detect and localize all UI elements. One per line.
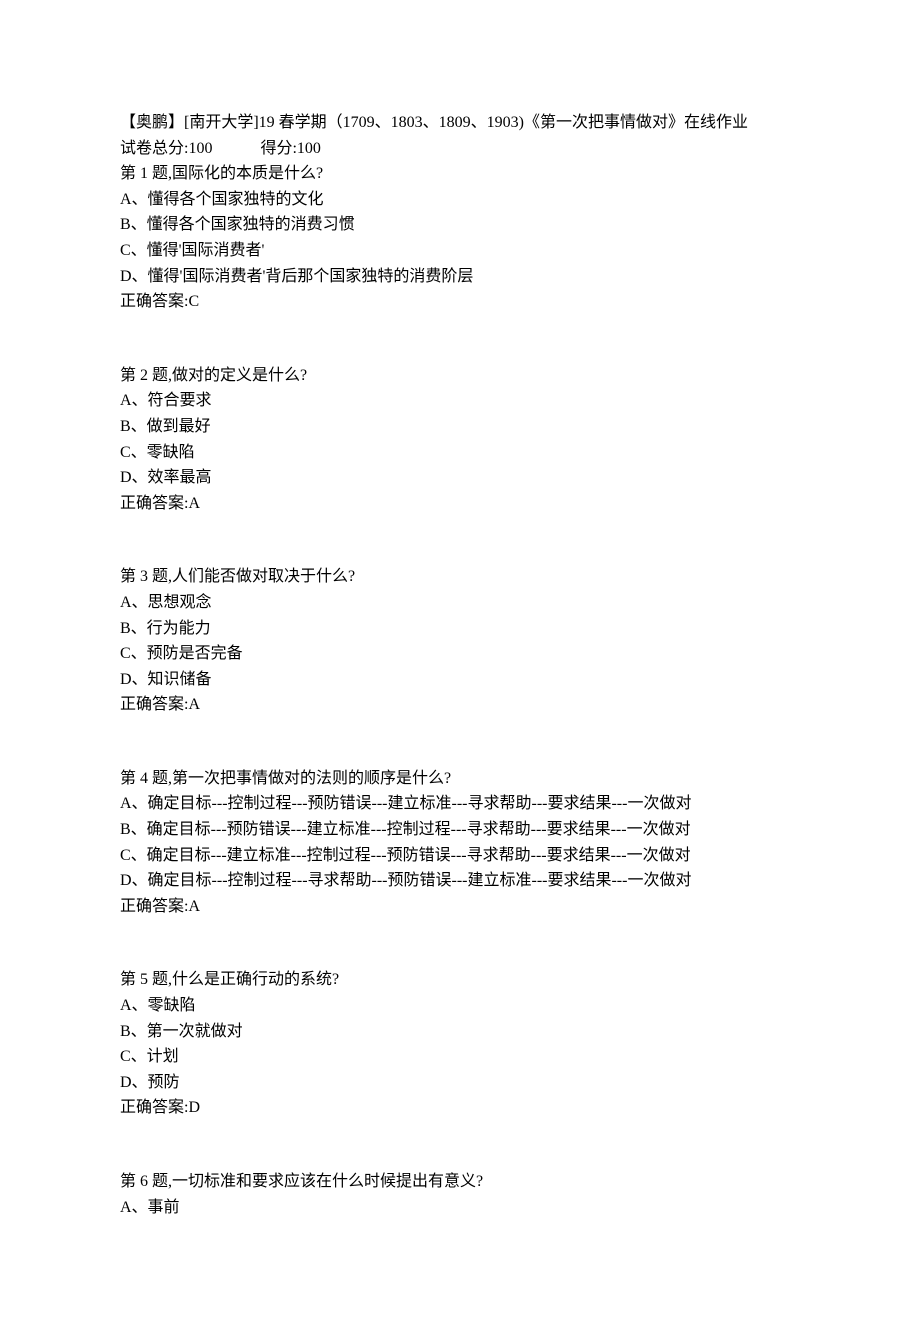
question-5: 第 5 题,什么是正确行动的系统? A、零缺陷 B、第一次就做对 C、计划 D、… bbox=[120, 967, 800, 1121]
question-prompt: 第 2 题,做对的定义是什么? bbox=[120, 363, 800, 389]
option-b: B、第一次就做对 bbox=[120, 1019, 800, 1045]
document-title: 【奥鹏】[南开大学]19 春学期（1709、1803、1809、1903)《第一… bbox=[120, 110, 800, 136]
correct-answer: 正确答案:A bbox=[120, 491, 800, 517]
obtained-score: 得分:100 bbox=[260, 140, 320, 157]
option-a: A、符合要求 bbox=[120, 388, 800, 414]
option-a: A、懂得各个国家独特的文化 bbox=[120, 187, 800, 213]
correct-answer: 正确答案:D bbox=[120, 1095, 800, 1121]
option-a: A、确定目标---控制过程---预防错误---建立标准---寻求帮助---要求结… bbox=[120, 791, 800, 817]
total-score: 试卷总分:100 bbox=[120, 140, 212, 157]
option-b: B、行为能力 bbox=[120, 616, 800, 642]
option-c: C、预防是否完备 bbox=[120, 641, 800, 667]
score-line: 试卷总分:100 得分:100 bbox=[120, 136, 800, 162]
question-prompt: 第 1 题,国际化的本质是什么? bbox=[120, 161, 800, 187]
question-prompt: 第 4 题,第一次把事情做对的法则的顺序是什么? bbox=[120, 766, 800, 792]
correct-answer: 正确答案:A bbox=[120, 894, 800, 920]
question-prompt: 第 3 题,人们能否做对取决于什么? bbox=[120, 564, 800, 590]
option-c: C、确定目标---建立标准---控制过程---预防错误---寻求帮助---要求结… bbox=[120, 843, 800, 869]
option-d: D、知识储备 bbox=[120, 667, 800, 693]
correct-answer: 正确答案:A bbox=[120, 692, 800, 718]
question-1: 第 1 题,国际化的本质是什么? A、懂得各个国家独特的文化 B、懂得各个国家独… bbox=[120, 161, 800, 315]
option-c: C、计划 bbox=[120, 1044, 800, 1070]
option-d: D、预防 bbox=[120, 1070, 800, 1096]
question-3: 第 3 题,人们能否做对取决于什么? A、思想观念 B、行为能力 C、预防是否完… bbox=[120, 564, 800, 718]
question-4: 第 4 题,第一次把事情做对的法则的顺序是什么? A、确定目标---控制过程--… bbox=[120, 766, 800, 920]
option-b: B、懂得各个国家独特的消费习惯 bbox=[120, 212, 800, 238]
question-2: 第 2 题,做对的定义是什么? A、符合要求 B、做到最好 C、零缺陷 D、效率… bbox=[120, 363, 800, 517]
option-b: B、做到最好 bbox=[120, 414, 800, 440]
option-a: A、零缺陷 bbox=[120, 993, 800, 1019]
document-header: 【奥鹏】[南开大学]19 春学期（1709、1803、1809、1903)《第一… bbox=[120, 110, 800, 161]
correct-answer: 正确答案:C bbox=[120, 289, 800, 315]
option-a: A、思想观念 bbox=[120, 590, 800, 616]
option-d: D、确定目标---控制过程---寻求帮助---预防错误---建立标准---要求结… bbox=[120, 868, 800, 894]
question-prompt: 第 6 题,一切标准和要求应该在什么时候提出有意义? bbox=[120, 1169, 800, 1195]
question-prompt: 第 5 题,什么是正确行动的系统? bbox=[120, 967, 800, 993]
option-a: A、事前 bbox=[120, 1195, 800, 1221]
question-6: 第 6 题,一切标准和要求应该在什么时候提出有意义? A、事前 bbox=[120, 1169, 800, 1220]
option-d: D、效率最高 bbox=[120, 465, 800, 491]
option-c: C、懂得'国际消费者' bbox=[120, 238, 800, 264]
option-c: C、零缺陷 bbox=[120, 440, 800, 466]
option-b: B、确定目标---预防错误---建立标准---控制过程---寻求帮助---要求结… bbox=[120, 817, 800, 843]
option-d: D、懂得'国际消费者'背后那个国家独特的消费阶层 bbox=[120, 264, 800, 290]
